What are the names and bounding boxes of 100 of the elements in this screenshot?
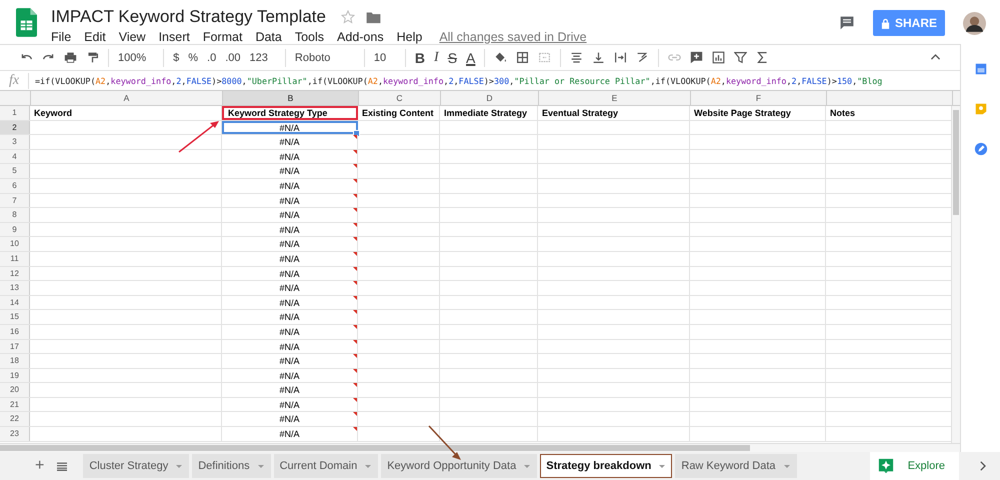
row-number[interactable]: 9 bbox=[0, 222, 30, 236]
percent-button[interactable]: % bbox=[188, 52, 198, 64]
error-flag-icon bbox=[353, 208, 357, 212]
column-header[interactable]: D bbox=[441, 91, 539, 105]
sheet-tab[interactable]: Raw Keyword Data bbox=[675, 454, 797, 478]
row-number[interactable]: 5 bbox=[0, 164, 30, 178]
menu-item[interactable]: Data bbox=[255, 30, 282, 44]
error-flag-icon bbox=[353, 150, 357, 154]
error-flag-icon bbox=[353, 427, 357, 432]
row-number[interactable]: 8 bbox=[0, 208, 30, 222]
filter-icon[interactable] bbox=[734, 51, 748, 64]
text-wrap-icon[interactable] bbox=[614, 51, 628, 64]
vertical-scrollbar[interactable] bbox=[951, 106, 960, 443]
bold-button[interactable]: B bbox=[414, 50, 426, 66]
sheet-tab[interactable]: Strategy breakdown bbox=[540, 454, 672, 478]
arrow bbox=[427, 424, 463, 462]
column-header[interactable]: C bbox=[359, 91, 441, 105]
table-cell: #N/A bbox=[222, 412, 358, 426]
table-cell: #N/A bbox=[222, 427, 358, 441]
menu-item[interactable]: Help bbox=[396, 30, 422, 44]
error-flag-icon bbox=[353, 310, 357, 314]
row-number[interactable]: 11 bbox=[0, 252, 30, 266]
avatar[interactable] bbox=[963, 12, 986, 34]
error-flag-icon bbox=[353, 281, 357, 286]
row-number[interactable]: 3 bbox=[0, 135, 30, 149]
font-dropdown[interactable]: Roboto bbox=[294, 52, 355, 64]
star-icon[interactable] bbox=[340, 9, 356, 25]
text-rotate-icon[interactable] bbox=[636, 51, 650, 64]
comment-icon[interactable] bbox=[838, 15, 855, 31]
save-status-link[interactable]: All changes saved in Drive bbox=[439, 30, 587, 44]
italic-button[interactable]: I bbox=[434, 50, 439, 66]
functions-icon[interactable] bbox=[756, 51, 770, 64]
vertical-align-icon[interactable] bbox=[592, 51, 606, 64]
row-number[interactable]: 10 bbox=[0, 237, 30, 251]
add-sheet-button[interactable]: + bbox=[35, 457, 44, 475]
folder-icon[interactable] bbox=[366, 10, 381, 24]
row-number[interactable]: 4 bbox=[0, 150, 30, 164]
menu-item[interactable]: Format bbox=[202, 30, 242, 44]
align-icon[interactable] bbox=[570, 51, 584, 64]
explore-button[interactable]: Explore bbox=[870, 452, 959, 480]
borders-icon[interactable] bbox=[516, 51, 530, 64]
horizontal-scrollbar[interactable] bbox=[0, 445, 750, 451]
column-header[interactable]: F bbox=[691, 91, 827, 105]
decrease-decimals-button[interactable]: .0 bbox=[207, 52, 216, 64]
row-number[interactable]: 23 bbox=[0, 427, 30, 441]
menu-item[interactable]: View bbox=[118, 30, 146, 44]
row-number[interactable]: 20 bbox=[0, 383, 30, 397]
table-cell: #N/A bbox=[222, 135, 358, 149]
column-header[interactable]: E bbox=[539, 91, 691, 105]
formula-text[interactable]: =if(VLOOKUP(A2,keyword_info,2,FALSE)>8000,"UberPillar",if(VLOOKUP(A2,keyword_info,2,FALSE)>300,"Pillar or Resource Pillar",if(VLOOKUP(A2,keyword_info,2,FALSE)>150,"Blog bbox=[29, 76, 882, 86]
row-number[interactable]: 7 bbox=[0, 194, 30, 208]
font-size-dropdown[interactable]: 10 bbox=[374, 52, 396, 64]
row-number[interactable]: 21 bbox=[0, 398, 30, 412]
currency-button[interactable]: $ bbox=[173, 52, 180, 64]
chart-icon[interactable] bbox=[712, 51, 726, 64]
number-format-dropdown[interactable]: 123 bbox=[250, 52, 268, 64]
print-icon[interactable] bbox=[64, 51, 77, 64]
row-number[interactable]: 12 bbox=[0, 266, 30, 280]
column-header[interactable]: B bbox=[223, 91, 359, 105]
row-number[interactable]: 18 bbox=[0, 354, 30, 368]
calendar-icon[interactable] bbox=[974, 62, 988, 76]
menu-item[interactable]: Tools bbox=[294, 30, 324, 44]
comment-add-icon[interactable] bbox=[690, 51, 704, 64]
table-cell: #N/A bbox=[222, 281, 358, 295]
row-number[interactable]: 2 bbox=[0, 120, 30, 134]
increase-decimals-button[interactable]: .00 bbox=[225, 52, 241, 64]
row-number[interactable]: 14 bbox=[0, 296, 30, 310]
formula-label: fx bbox=[0, 72, 29, 88]
zoom-dropdown[interactable]: 100% bbox=[118, 52, 146, 64]
document-title[interactable]: IMPACT Keyword Strategy Template bbox=[51, 7, 326, 27]
menu-item[interactable]: Edit bbox=[84, 30, 106, 44]
menu-item[interactable]: Add-ons bbox=[337, 30, 384, 44]
sheet-tab[interactable]: Definitions bbox=[192, 454, 271, 478]
row-number[interactable]: 1 bbox=[0, 106, 30, 120]
pencil-icon[interactable] bbox=[974, 142, 988, 156]
error-flag-icon bbox=[353, 354, 357, 358]
text-color-button[interactable]: A bbox=[466, 50, 476, 66]
row-number[interactable]: 22 bbox=[0, 412, 30, 426]
row-number[interactable]: 6 bbox=[0, 178, 30, 193]
sheets-logo-icon[interactable] bbox=[16, 8, 37, 37]
table-cell: #N/A bbox=[222, 150, 358, 164]
sheet-tab[interactable]: Cluster Strategy bbox=[83, 454, 190, 478]
paint-format-icon[interactable] bbox=[86, 51, 99, 64]
menu-item[interactable]: Insert bbox=[158, 30, 190, 44]
sheet-list-icon[interactable] bbox=[57, 462, 68, 470]
menu-item[interactable]: File bbox=[51, 30, 72, 44]
table-cell: #N/A bbox=[222, 120, 358, 134]
row-number[interactable]: 15 bbox=[0, 310, 30, 324]
fill-color-icon[interactable] bbox=[494, 51, 508, 64]
sheet-tab[interactable]: Current Domain bbox=[274, 454, 378, 478]
merge-cells-icon[interactable] bbox=[538, 51, 552, 64]
row-number[interactable]: 19 bbox=[0, 368, 30, 382]
strikethrough-button[interactable]: S bbox=[448, 50, 458, 66]
chevron-right-icon[interactable] bbox=[979, 461, 986, 471]
row-number[interactable]: 17 bbox=[0, 340, 30, 354]
caret-icon[interactable] bbox=[659, 464, 666, 468]
table-cell: #N/A bbox=[222, 354, 358, 368]
row-number[interactable]: 13 bbox=[0, 281, 30, 295]
sheet-tab[interactable]: Keyword Opportunity Data bbox=[381, 454, 538, 478]
row-number[interactable]: 16 bbox=[0, 324, 30, 338]
